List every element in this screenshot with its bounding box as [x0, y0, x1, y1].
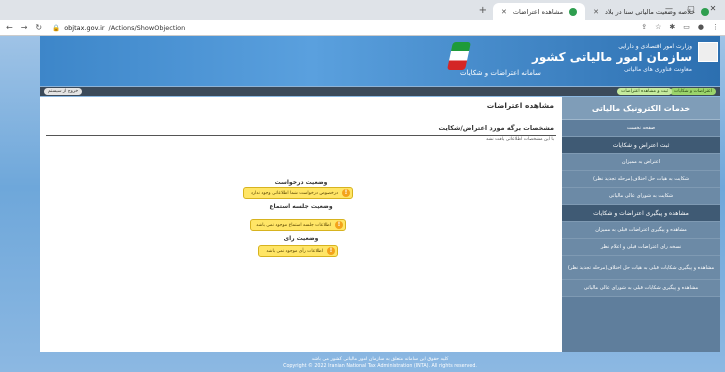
- sidebar-item-complaint-board[interactable]: شکایت به هیات حل اختلاف(مرحله تجدید نظر): [562, 171, 720, 188]
- minimize-icon[interactable]: —: [664, 4, 674, 13]
- top-navbar: اعتراضات و شکایات ثبت و مشاهده اعتراضات …: [40, 86, 720, 96]
- reload-icon[interactable]: ↻: [35, 23, 42, 32]
- close-window-icon[interactable]: ✕: [708, 4, 718, 13]
- browser-tab-objections[interactable]: مشاهده اعتراضات ✕: [493, 3, 586, 20]
- sidebar-item-complaint-council[interactable]: شکایت به شورای عالی مالیاتی: [562, 188, 720, 205]
- maximize-icon[interactable]: ▢: [686, 4, 696, 13]
- new-tab-button[interactable]: +: [473, 5, 493, 16]
- alert-text: اطلاعات رأی موجود نمی باشد: [266, 248, 323, 254]
- sidepanel-icon[interactable]: ▭: [683, 23, 690, 31]
- no-result-note: با این مشخصات اطلاعاتی یافت نشد: [486, 137, 554, 142]
- close-tab-icon[interactable]: ✕: [501, 8, 507, 16]
- url-field[interactable]: 🔒 objtax.gov.ir/Actions/ShowObjection: [52, 24, 185, 32]
- site-favicon-icon: [569, 7, 578, 16]
- footer-copyright: Copyright © 2022 Iranian National Tax Ad…: [283, 364, 477, 369]
- request-status-alert: درخصوص درخواست شما اطلاعاتی وجود ندارد !: [243, 187, 353, 199]
- divider: [46, 135, 556, 136]
- site-header: وزارت امور اقتصادی و دارایی سازمان امور …: [40, 36, 720, 86]
- page-title: مشاهده اعتراضات: [486, 101, 554, 110]
- sidebar-brand: خدمات الکترونیک مالیاتی: [562, 97, 720, 120]
- view-objections-nav-button[interactable]: ثبت و مشاهده اعتراضات: [617, 88, 672, 95]
- menu-icon[interactable]: ⋮: [712, 23, 719, 31]
- complaints-nav-button[interactable]: اعتراضات و شکایات: [670, 88, 716, 95]
- section-title: مشخصات برگه مورد اعتراض/شکایت: [438, 124, 554, 132]
- sidebar-section-register: ثبت اعتراض و شکایات: [562, 137, 720, 154]
- alert-text: درخصوص درخواست شما اطلاعاتی وجود ندارد: [250, 190, 338, 196]
- sidebar-item-home[interactable]: صفحه نخست: [562, 120, 720, 137]
- hearing-status-alert: اطلاعات جلسه استماع موجود نمی باشد !: [250, 219, 346, 231]
- warning-icon: !: [335, 221, 343, 229]
- sidebar-item-verdict-copy[interactable]: نسخه رای اعتراضات قبلی و اعلام نظر: [562, 239, 720, 256]
- logout-button[interactable]: خروج از سیستم: [44, 88, 83, 95]
- window-controls: — ▢ ✕: [664, 4, 718, 13]
- org-name: سازمان امور مالیاتی کشور: [531, 50, 692, 64]
- tab-label: مشاهده اعتراضات: [512, 7, 564, 16]
- page: وزارت امور اقتصادی و دارایی سازمان امور …: [0, 36, 725, 372]
- sidebar-item-track-auditors[interactable]: مشاهده و پیگیری اعتراضات قبلی به ممیزان: [562, 222, 720, 239]
- org-deputy: معاونت فناوری های مالیاتی: [624, 66, 692, 73]
- url-host: objtax.gov.ir: [64, 23, 105, 32]
- request-status-title: وضعیت درخواست: [274, 179, 328, 186]
- warning-icon: !: [342, 189, 350, 197]
- forward-icon[interactable]: →: [21, 23, 28, 32]
- extensions-icon[interactable]: ✱: [669, 23, 675, 31]
- footer-rights: کلیه حقوق این سامانه متعلق به سازمان امو…: [311, 357, 449, 362]
- tax-org-logo: [698, 42, 718, 62]
- address-bar: ← → ↻ 🔒 objtax.gov.ir/Actions/ShowObject…: [0, 20, 725, 36]
- alert-text: اطلاعات جلسه استماع موجود نمی باشد: [256, 222, 331, 228]
- main-content: مشاهده اعتراضات مشخصات برگه مورد اعتراض/…: [40, 97, 562, 352]
- hearing-status-title: وضعیت جلسه استماع: [269, 203, 333, 210]
- close-tab-icon[interactable]: ✕: [593, 8, 599, 16]
- lock-icon: 🔒: [52, 23, 61, 32]
- site-footer: کلیه حقوق این سامانه متعلق به سازمان امو…: [40, 352, 720, 372]
- ministry-name: وزارت امور اقتصادی و دارایی: [618, 43, 692, 50]
- url-path: /Actions/ShowObjection: [108, 23, 186, 32]
- sidebar-section-tracking: مشاهده و پیگیری اعتراضات و شکایات: [562, 205, 720, 222]
- share-icon[interactable]: ⇪: [641, 23, 647, 31]
- sidebar-item-objection-auditors[interactable]: اعتراض به ممیزان: [562, 154, 720, 171]
- back-icon[interactable]: ←: [6, 23, 13, 32]
- sidebar-item-track-board[interactable]: مشاهده و پیگیری شکایات قبلی به هیات حل ا…: [562, 256, 720, 280]
- verdict-status-title: وضعیت رای: [283, 235, 319, 242]
- system-name: سامانه اعتراضات و شکایات: [460, 69, 541, 77]
- warning-icon: !: [327, 247, 335, 255]
- profile-icon[interactable]: ●: [698, 23, 704, 31]
- browser-tab-bar: خلاصه وضعیت مالیاتی سنا در بلاد ✕ مشاهده…: [0, 0, 725, 20]
- star-icon[interactable]: ☆: [655, 23, 661, 31]
- iran-flag-icon: [447, 42, 471, 70]
- sidebar: خدمات الکترونیک مالیاتی صفحه نخست ثبت اع…: [562, 97, 720, 352]
- verdict-status-alert: اطلاعات رأی موجود نمی باشد !: [258, 245, 338, 257]
- sidebar-item-track-council[interactable]: مشاهده و پیگیری شکایات قبلی به شورای عال…: [562, 280, 720, 297]
